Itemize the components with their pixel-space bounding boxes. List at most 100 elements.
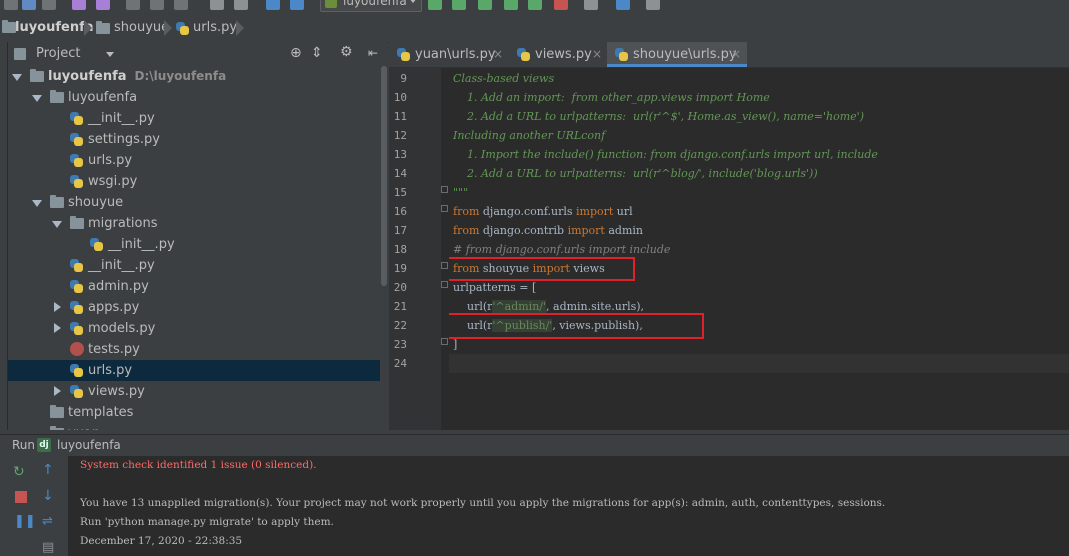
collapse-arrow-icon[interactable]: [54, 302, 61, 312]
cut-icon[interactable]: [126, 0, 140, 10]
undo-icon[interactable]: [72, 0, 86, 10]
stop-icon[interactable]: [15, 491, 27, 503]
back-icon[interactable]: [266, 0, 280, 10]
tree-scrollbar[interactable]: [380, 66, 388, 430]
collapse-arrow-icon[interactable]: [54, 323, 61, 333]
python-file-icon: [397, 48, 410, 61]
tree-item-folder[interactable]: shouyue: [8, 192, 380, 213]
run-console[interactable]: System check identified 1 issue (0 silen…: [69, 456, 1069, 556]
stop-icon[interactable]: [554, 0, 568, 10]
expand-arrow-icon[interactable]: [52, 221, 62, 228]
python-file-icon: [70, 154, 83, 167]
copy-clip-icon[interactable]: [150, 0, 164, 10]
save-icon[interactable]: [4, 0, 18, 10]
run-icon[interactable]: [428, 0, 442, 10]
tree-item-file[interactable]: apps.py: [8, 297, 380, 318]
tree-item-file[interactable]: tests.py: [8, 339, 380, 360]
soft-wrap-icon[interactable]: ⇌: [42, 514, 58, 530]
breadcrumb-separator-icon: [236, 20, 244, 36]
settings-icon[interactable]: [584, 0, 598, 10]
tree-item-file[interactable]: __init__.py: [8, 108, 380, 129]
hide-panel-icon[interactable]: ⇤: [368, 46, 378, 60]
copy-icon[interactable]: [42, 0, 56, 10]
folder-icon: [50, 426, 64, 430]
tree-item-label: views.py: [88, 384, 145, 399]
pause-icon[interactable]: ❚❚: [14, 514, 36, 530]
run-config-label: luyoufenfa: [343, 0, 407, 8]
scrollbar-thumb[interactable]: [381, 66, 387, 286]
line-number: 16: [393, 205, 407, 218]
expand-arrow-icon[interactable]: [32, 95, 42, 102]
close-icon[interactable]: ×: [493, 42, 503, 67]
tree-item-label: __init__.py: [88, 258, 155, 273]
line-number: 9: [400, 72, 407, 85]
collapse-arrow-icon[interactable]: [54, 386, 61, 396]
code-token: url(r: [453, 300, 493, 313]
replace-icon[interactable]: [234, 0, 248, 10]
line-number: 18: [393, 243, 407, 256]
tree-item-file[interactable]: settings.py: [8, 129, 380, 150]
redo-icon[interactable]: [96, 0, 110, 10]
paste-icon[interactable]: [174, 0, 188, 10]
tree-item-file[interactable]: wsgi.py: [8, 171, 380, 192]
tree-item-file[interactable]: models.py: [8, 318, 380, 339]
module-token: django.contrib: [479, 224, 568, 237]
collapse-icon[interactable]: ⇕: [311, 45, 323, 61]
fold-marker-icon[interactable]: [441, 186, 448, 193]
locate-icon[interactable]: ⊕: [290, 45, 302, 61]
tree-item-folder[interactable]: yuan: [8, 423, 380, 430]
run-config-selector[interactable]: luyoufenfa: [320, 0, 422, 12]
close-icon[interactable]: ×: [731, 42, 741, 67]
code-line: 2. Add a URL to urlpatterns: url(r'^$', …: [453, 110, 864, 123]
profile-icon[interactable]: [504, 0, 518, 10]
django-icon: [325, 0, 337, 8]
rerun-icon[interactable]: [528, 0, 542, 10]
gear-icon[interactable]: ⚙: [340, 44, 353, 60]
chevron-down-icon[interactable]: [106, 52, 114, 57]
expand-arrow-icon[interactable]: [32, 200, 42, 207]
tree-item-label: tests.py: [88, 342, 140, 357]
forward-icon[interactable]: [290, 0, 304, 10]
tab-views[interactable]: views.py ×: [509, 42, 605, 67]
tab-yuan-urls[interactable]: yuan\urls.py ×: [389, 42, 507, 67]
breadcrumb-item-shouyue[interactable]: shouyue: [114, 19, 169, 37]
arrow-up-icon[interactable]: ↑: [42, 462, 58, 478]
run-config-name[interactable]: luyoufenfa: [57, 438, 121, 452]
tree-item-folder[interactable]: templates: [8, 402, 380, 423]
fold-marker-icon[interactable]: [441, 205, 448, 212]
expand-arrow-icon[interactable]: [12, 74, 22, 81]
close-icon[interactable]: ×: [592, 42, 602, 67]
tree-item-root[interactable]: luyoufenfa D:\luyoufenfa: [8, 66, 380, 87]
find-icon[interactable]: [210, 0, 224, 10]
fold-marker-icon[interactable]: [441, 338, 448, 345]
tree-item-file[interactable]: __init__.py: [8, 255, 380, 276]
coverage-icon[interactable]: [478, 0, 492, 10]
tree-item-folder[interactable]: migrations: [8, 213, 380, 234]
arrow-down-icon[interactable]: ↓: [42, 488, 58, 504]
scroll-end-icon[interactable]: ▤: [42, 540, 58, 556]
tree-item-file[interactable]: admin.py: [8, 276, 380, 297]
python-file-icon: [70, 385, 83, 398]
tree-item-folder[interactable]: luyoufenfa: [8, 87, 380, 108]
tree-item-file-selected[interactable]: urls.py: [8, 360, 380, 381]
help-icon[interactable]: [616, 0, 630, 10]
breadcrumb-item-luyoufenfa[interactable]: luyoufenfa: [15, 19, 94, 37]
fold-marker-icon[interactable]: [441, 281, 448, 288]
breadcrumb-item-urls[interactable]: urls.py: [193, 19, 237, 37]
tree-item-file[interactable]: views.py: [8, 381, 380, 402]
annotation-highlight-box: [449, 313, 704, 339]
code-editor[interactable]: Class-based views 1. Add an import: from…: [449, 68, 1069, 430]
project-panel-title[interactable]: Project: [36, 46, 80, 61]
python-file-icon: [70, 175, 83, 188]
rerun-icon[interactable]: ↻: [13, 464, 29, 480]
tree-item-file[interactable]: __init__.py: [8, 234, 380, 255]
sync-icon[interactable]: [22, 0, 36, 10]
tree-item-file[interactable]: urls.py: [8, 150, 380, 171]
fold-marker-icon[interactable]: [441, 262, 448, 269]
tab-label: shouyue\urls.py: [633, 47, 737, 62]
python-file-icon: [70, 133, 83, 146]
structure-icon[interactable]: [646, 0, 660, 10]
tree-item-label: urls.py: [88, 363, 133, 378]
tab-shouyue-urls[interactable]: shouyue\urls.py ×: [607, 42, 747, 67]
debug-icon[interactable]: [452, 0, 466, 10]
